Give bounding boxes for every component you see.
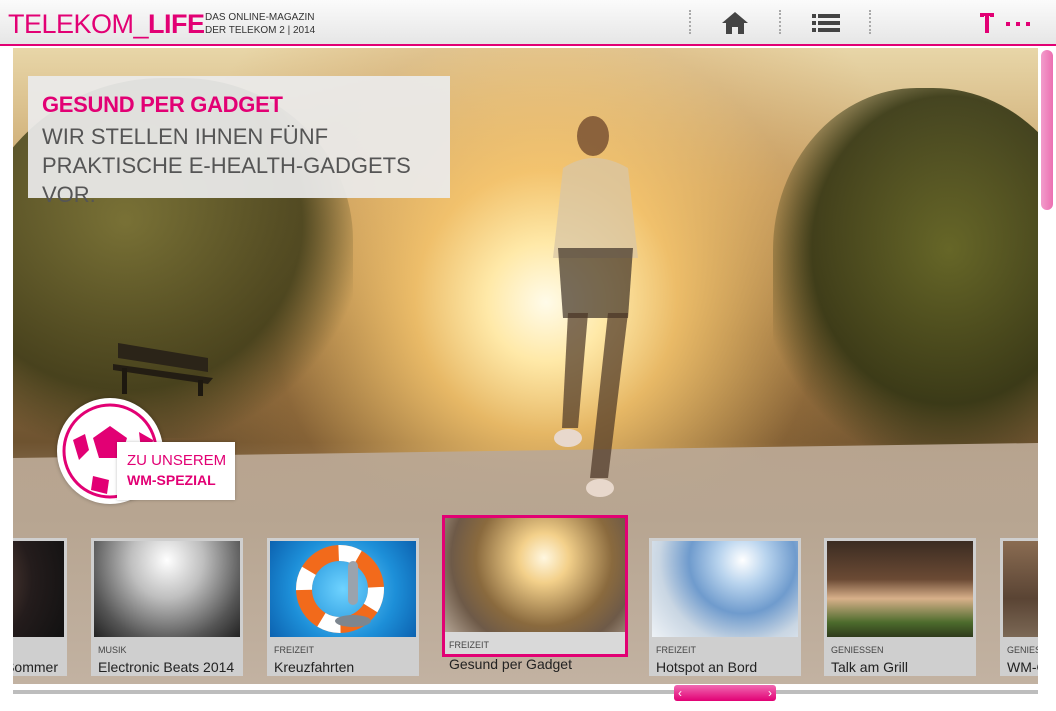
separator [869,10,871,34]
logo-telekom: TELEKOM_ [8,9,149,39]
thumbnail-image [827,541,973,637]
thumbnail-image [94,541,240,637]
thumbnail-image [445,518,625,632]
thumbnail-title: Sommer [13,659,58,675]
thumbnail-image [1003,541,1038,637]
thumbnail-category: GENIESSEN [831,645,884,655]
magazine-logo[interactable]: TELEKOM_LIFE [8,9,205,39]
separator [689,10,691,34]
tagline: DAS ONLINE-MAGAZIN DER TELEKOM 2 | 2014 [205,11,315,37]
top-bar: TELEKOM_LIFE DAS ONLINE-MAGAZIN DER TELE… [0,0,1056,46]
thumbnail-wm[interactable]: GENIES WM-G [1000,538,1038,676]
thumbnail-hotspot-an-bord[interactable]: FREIZEIT Hotspot an Bord [649,538,801,676]
thumbnail-image [652,541,798,637]
thumbnail-category: MUSIK [98,645,127,655]
hero-image-trees [773,88,1038,448]
life-ring-icon [296,545,384,633]
telekom-t-logo[interactable] [976,9,1036,37]
logo-life: LIFE [148,9,205,39]
thumbnail-title: Hotspot an Bord [656,659,758,675]
hero-image-bench [113,343,213,396]
list-icon[interactable] [812,12,840,34]
thumbnail-category: FREIZEIT [274,645,314,655]
wm-spezial-label: ZU UNSEREM WM-SPEZIAL [117,442,235,500]
wm-line1: ZU UNSEREM [127,452,227,469]
hero-headline-box[interactable]: GESUND PER GADGET WIR STELLEN IHNEN FÜNF… [28,76,450,207]
thumbnail-electronic-beats[interactable]: MUSIK Electronic Beats 2014 [91,538,243,676]
thumbnail-sommer[interactable]: Sommer [13,538,67,676]
tagline-line1: DAS ONLINE-MAGAZIN [205,12,315,23]
wm-line2: WM-SPEZIAL [127,472,216,488]
thumbnail-title: Talk am Grill [831,659,909,675]
horizontal-scroll-track[interactable] [13,690,1038,694]
thumbnail-title: Kreuzfahrten [274,659,355,675]
hero-stage[interactable]: GESUND PER GADGET WIR STELLEN IHNEN FÜNF… [13,48,1038,684]
thumbnail-kreuzfahrten[interactable]: FREIZEIT Kreuzfahrten [267,538,419,676]
hero-subtitle: WIR STELLEN IHNEN FÜNF PRAKTISCHE E-HEAL… [42,124,411,207]
hero-image-runner [553,116,638,497]
thumbnail-title: Gesund per Gadget [449,656,572,672]
thumbnail-category: FREIZEIT [656,645,696,655]
thumbnail-title: Electronic Beats 2014 [98,659,235,675]
thumbnail-category: FREIZEIT [449,640,489,650]
home-icon[interactable] [721,11,749,35]
separator [779,10,781,34]
wm-spezial-badge[interactable]: ZU UNSEREM WM-SPEZIAL [57,398,237,508]
chevron-left-icon[interactable]: ‹ [678,685,682,701]
thumbnail-title: WM-G [1007,659,1038,675]
thumbnail-image [13,541,64,637]
vertical-scrollbar[interactable] [1041,50,1053,210]
thumbnail-talk-am-grill[interactable]: GENIESSEN Talk am Grill [824,538,976,676]
tagline-line2: DER TELEKOM 2 | 2014 [205,25,316,36]
horizontal-scrollbar-thumb[interactable]: ‹ › [674,685,776,701]
chevron-right-icon[interactable]: › [768,685,772,701]
hero-title: GESUND PER GADGET [42,92,283,117]
thumbnail-image [270,541,416,637]
thumbnail-gesund-per-gadget[interactable]: FREIZEIT Gesund per Gadget [442,515,628,672]
thumbnail-category: GENIES [1007,645,1038,655]
